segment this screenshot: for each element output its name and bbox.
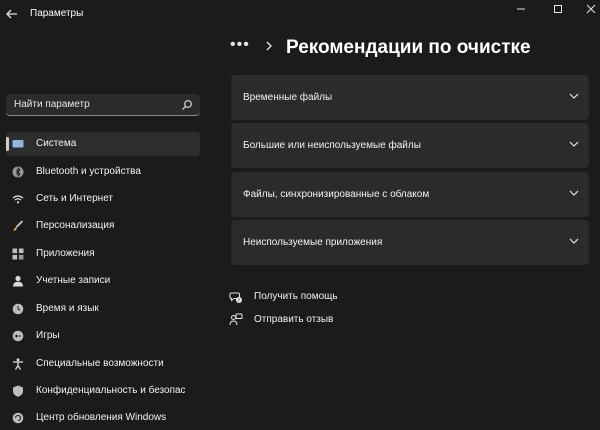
card-label: Файлы, синхронизированные с облаком xyxy=(243,189,430,200)
chevron-down-icon[interactable] xyxy=(569,189,579,197)
back-arrow-icon[interactable] xyxy=(4,6,20,22)
sidebar-item-accessibility[interactable]: Специальные возможности xyxy=(6,352,200,376)
sidebar-item-label: Приложения xyxy=(36,248,95,259)
sidebar-item-network[interactable]: Сеть и Интернет xyxy=(6,187,200,211)
get-help-label: Получить помощь xyxy=(254,291,338,302)
sidebar-item-system[interactable]: Система xyxy=(6,132,200,156)
sidebar-item-label: Сеть и Интернет xyxy=(36,193,114,204)
search-placeholder: Найти параметр xyxy=(14,99,90,110)
page-title: Рекомендации по очистке xyxy=(286,37,531,58)
sidebar-item-label: Центр обновления Windows xyxy=(36,412,167,423)
send-feedback-label: Отправить отзыв xyxy=(254,314,334,325)
window-title: Параметры xyxy=(30,8,84,19)
sidebar-item-label: Bluetooth и устройства xyxy=(36,166,141,177)
card-label: Временные файлы xyxy=(243,92,333,103)
sidebar-item-label: Персонализация xyxy=(36,220,115,231)
search-icon[interactable] xyxy=(181,99,193,111)
feedback-icon xyxy=(229,313,243,326)
sidebar-item-personalization[interactable]: Персонализация xyxy=(6,214,200,238)
chevron-down-icon[interactable] xyxy=(569,92,579,100)
sidebar-item-accounts[interactable]: Учетные записи xyxy=(6,269,200,293)
card-label: Большие или неиспользуемые файлы xyxy=(243,140,421,151)
help-icon: ? xyxy=(229,292,242,304)
gamepad-icon xyxy=(12,330,24,342)
sidebar-item-bluetooth[interactable]: Bluetooth и устройства xyxy=(6,160,200,184)
accessibility-icon xyxy=(13,358,23,370)
sidebar-item-privacy[interactable]: Конфиденциальность и безопас xyxy=(6,379,200,403)
sidebar-item-label: Система xyxy=(36,138,77,149)
card-large-unused-files[interactable]: Большие или неиспользуемые файлы xyxy=(231,123,589,168)
close-icon[interactable] xyxy=(584,2,598,16)
sidebar-item-time-language[interactable]: Время и язык xyxy=(6,297,200,321)
bluetooth-icon xyxy=(12,166,24,178)
sidebar-item-windows-update[interactable]: Центр обновления Windows xyxy=(6,406,200,430)
display-icon xyxy=(12,140,24,148)
maximize-icon[interactable] xyxy=(551,2,565,16)
card-label: Неиспользуемые приложения xyxy=(243,237,383,248)
sidebar-item-gaming[interactable]: Игры xyxy=(6,324,200,348)
title-bar: Параметры xyxy=(0,0,600,30)
sidebar-item-apps[interactable]: Приложения xyxy=(6,242,200,266)
chevron-down-icon[interactable] xyxy=(569,237,579,245)
chevron-down-icon[interactable] xyxy=(569,140,579,148)
search-input[interactable]: Найти параметр xyxy=(6,94,200,116)
shield-icon xyxy=(13,385,23,397)
chevron-right-icon xyxy=(266,41,272,51)
sidebar-item-label: Игры xyxy=(36,330,60,341)
globe-clock-icon xyxy=(12,303,24,315)
selection-indicator xyxy=(6,137,9,151)
brush-icon xyxy=(13,220,24,231)
sidebar-item-label: Конфиденциальность и безопас xyxy=(36,385,186,396)
apps-icon xyxy=(12,248,24,260)
sidebar-item-label: Специальные возможности xyxy=(36,358,164,369)
sidebar-item-label: Учетные записи xyxy=(36,275,111,286)
card-temp-files[interactable]: Временные файлы xyxy=(231,75,589,120)
wifi-icon xyxy=(12,195,24,204)
card-cloud-synced-files[interactable]: Файлы, синхронизированные с облаком xyxy=(231,172,589,217)
breadcrumb-more-button[interactable]: ••• xyxy=(230,36,250,54)
sidebar-item-label: Время и язык xyxy=(36,303,99,314)
card-unused-apps[interactable]: Неиспользуемые приложения xyxy=(231,220,589,265)
minimize-icon[interactable] xyxy=(514,2,528,16)
person-icon xyxy=(13,275,23,287)
update-icon xyxy=(12,412,24,424)
